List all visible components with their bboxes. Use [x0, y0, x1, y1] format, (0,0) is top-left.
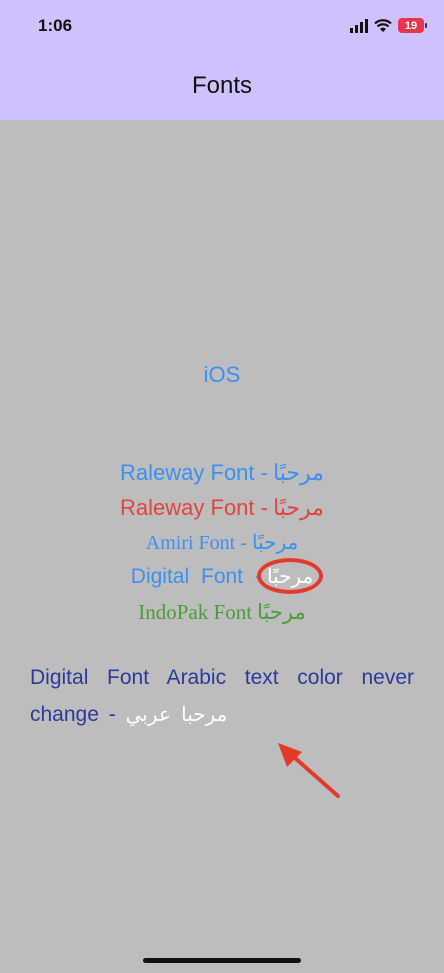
- digital-arabic-highlight: مرحبًا: [256, 558, 323, 594]
- nav-bar: 1:06 19 Fonts: [0, 0, 444, 120]
- battery-level: 19: [404, 19, 418, 32]
- raleway-red-arabic: مرحبًا: [273, 496, 324, 521]
- digital-font-note: Digital Font Arabic text color never cha…: [30, 660, 414, 733]
- digital-line: Digital Font - مرحبًا: [0, 558, 444, 594]
- status-time: 1:06: [38, 16, 73, 35]
- annotation-circle: [256, 558, 323, 594]
- digital-font-note-arabic: مرحبا عربي: [125, 702, 228, 726]
- raleway-blue-line: Raleway Font - مرحبًا: [0, 460, 444, 486]
- raleway-red-label: Raleway Font -: [120, 495, 268, 520]
- status-icons: 19: [350, 18, 427, 33]
- annotation-arrow-icon: [278, 743, 340, 798]
- raleway-red-line: Raleway Font - مرحبًا: [0, 495, 444, 521]
- home-indicator[interactable]: [143, 958, 301, 963]
- cellular-signal-icon: [350, 18, 368, 33]
- amiri-arabic: مرحبًا: [251, 530, 299, 554]
- page-title: Fonts: [191, 72, 253, 99]
- raleway-blue-arabic: مرحبًا: [273, 461, 324, 486]
- amiri-line: Amiri Font - مرحبًا: [0, 530, 444, 555]
- raleway-blue-label: Raleway Font -: [120, 460, 268, 485]
- indopak-arabic: مرحبًا: [257, 600, 306, 624]
- indopak-line: IndoPak Font مرحبًا: [0, 600, 444, 625]
- digital-label: Digital Font -: [130, 565, 262, 588]
- battery-icon: 19: [398, 18, 427, 33]
- amiri-label: Amiri Font -: [145, 532, 247, 554]
- platform-label: iOS: [203, 362, 241, 387]
- indopak-label: IndoPak Font: [138, 600, 253, 624]
- wifi-icon: [374, 18, 392, 32]
